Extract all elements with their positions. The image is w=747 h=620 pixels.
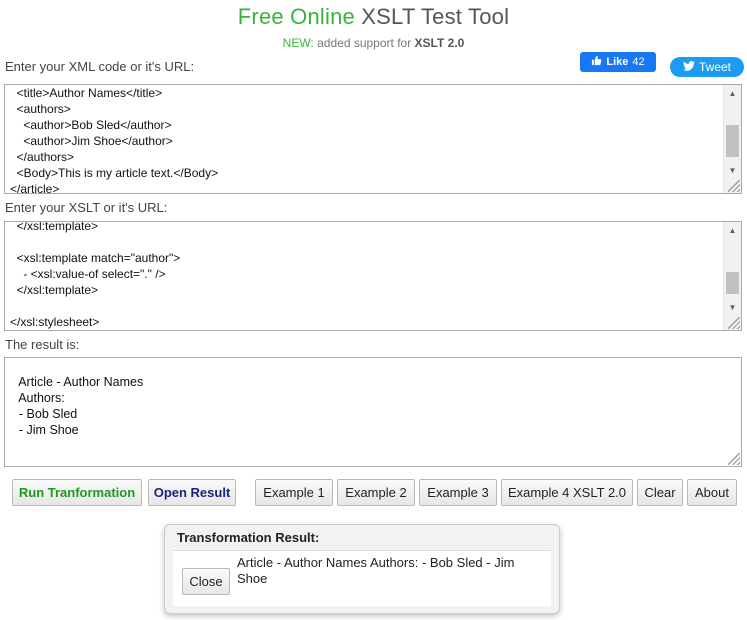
clear-button[interactable]: Clear [637,479,683,506]
new-badge: NEW: [282,36,314,50]
like-label: Like [606,56,629,68]
result-output[interactable]: Article - Author Names Authors: - Bob Sl… [4,357,742,467]
scroll-down-icon[interactable]: ▼ [724,162,741,179]
scroll-down-icon[interactable]: ▼ [724,299,741,316]
title-highlight: Free Online [237,4,355,29]
xslt-input[interactable]: </xsl:template> <xsl:template match="aut… [4,221,742,331]
like-count: 42 [632,56,645,68]
subtitle: NEW: added support for XSLT 2.0 [0,36,747,50]
resize-handle-icon[interactable] [728,453,740,465]
facebook-like-button[interactable]: Like 42 [580,52,656,72]
resize-handle-icon[interactable] [728,180,740,192]
example-4-button[interactable]: Example 4 XSLT 2.0 [501,479,633,506]
scroll-up-icon[interactable]: ▲ [724,85,741,102]
about-button[interactable]: About [687,479,737,506]
page-title: Free Online XSLT Test Tool [0,4,747,30]
xslt-scrollbar[interactable]: ▲ ▼ [723,222,741,330]
popup-body: Close Article - Author Names Authors: - … [173,550,551,606]
xml-input[interactable]: <title>Author Names</title> <authors> <a… [4,84,742,194]
xslt-label: Enter your XSLT or it's URL: [5,200,168,215]
xml-code: <title>Author Names</title> <authors> <a… [10,86,219,194]
result-code: Article - Author Names Authors: - Bob Sl… [18,375,144,437]
open-result-button[interactable]: Open Result [148,479,236,506]
tweet-button[interactable]: Tweet [670,57,744,77]
new-text: added support for [317,36,412,50]
xslt-code: </xsl:template> <xsl:template match="aut… [10,221,181,329]
close-button[interactable]: Close [182,568,230,595]
xml-label: Enter your XML code or it's URL: [5,59,195,74]
title-rest: XSLT Test Tool [361,4,510,29]
tweet-label: Tweet [698,60,731,74]
example-3-button[interactable]: Example 3 [419,479,497,506]
run-transformation-button[interactable]: Run Tranformation [12,479,142,506]
twitter-bird-icon [682,60,695,74]
scroll-up-icon[interactable]: ▲ [724,222,741,239]
example-1-button[interactable]: Example 1 [255,479,333,506]
popup-result-text: Article - Author Names Authors: - Bob Sl… [237,555,515,586]
resize-handle-icon[interactable] [728,317,740,329]
xml-scrollbar[interactable]: ▲ ▼ [723,85,741,193]
result-label: The result is: [5,337,80,352]
thumbs-up-icon [591,55,602,69]
popup-title: Transformation Result: [177,530,320,545]
example-2-button[interactable]: Example 2 [337,479,415,506]
scroll-thumb[interactable] [726,125,739,157]
scroll-thumb[interactable] [726,272,739,294]
transformation-result-popup: Transformation Result: Close Article - A… [164,524,560,614]
new-bold: XSLT 2.0 [414,36,465,50]
